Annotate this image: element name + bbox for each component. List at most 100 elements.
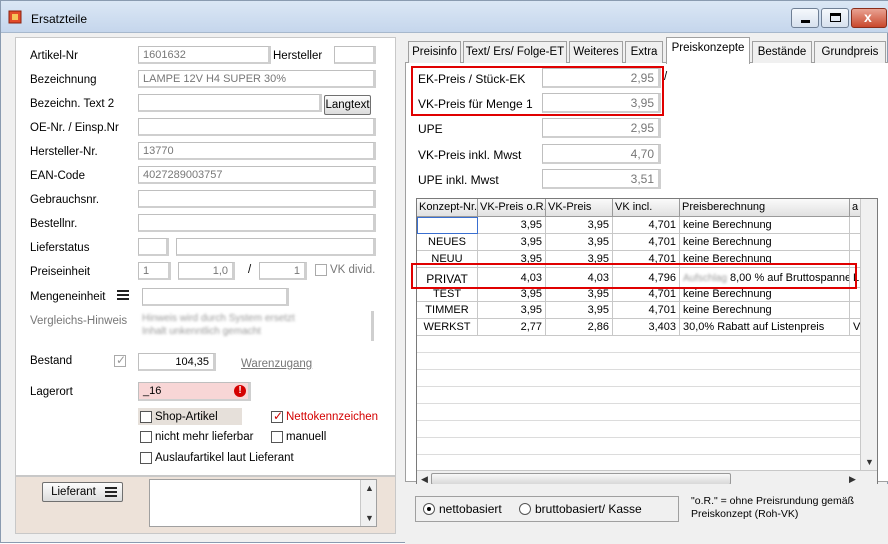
rounding-note-line-1: "o.R." = ohne Preisrundung gemäß bbox=[691, 495, 855, 507]
grid-cell-konzept[interactable]: NEUES bbox=[417, 234, 478, 251]
lieferstatus-code-field[interactable] bbox=[138, 238, 169, 256]
lieferant-scrollbar[interactable]: ▲ ▼ bbox=[360, 480, 376, 526]
grid-cell-vk[interactable]: 2,86 bbox=[546, 319, 613, 336]
tab-weiteres[interactable]: Weiteres bbox=[569, 41, 623, 63]
grid-cell-vk-or[interactable]: 3,95 bbox=[478, 217, 546, 234]
table-row[interactable]: NEUES 3,95 3,95 4,701 keine Berechnung bbox=[417, 234, 862, 251]
grid-cell-berechnung[interactable]: keine Berechnung bbox=[680, 302, 850, 319]
artikel-nr-field[interactable]: 1601632 bbox=[138, 46, 271, 64]
tab-bestaende[interactable]: Bestände bbox=[752, 41, 812, 63]
upe-label: UPE bbox=[418, 122, 443, 136]
preiseinheit-field-3[interactable]: 1 bbox=[259, 262, 307, 280]
col-header-preisberechnung[interactable]: Preisberechnung bbox=[680, 199, 850, 217]
scroll-down-icon[interactable]: ▼ bbox=[365, 513, 374, 523]
scroll-down-icon[interactable]: ▼ bbox=[865, 457, 874, 467]
tab-extra[interactable]: Extra bbox=[625, 41, 663, 63]
upe-field[interactable]: 2,95 bbox=[542, 118, 661, 138]
bezeichnung2-field[interactable] bbox=[138, 94, 322, 112]
bestellnr-label: Bestellnr. bbox=[30, 218, 78, 230]
oe-nr-field[interactable] bbox=[138, 118, 376, 136]
langtext-button[interactable]: Langtext bbox=[324, 95, 371, 115]
bezeichnung2-label: Bezeichn. Text 2 bbox=[30, 98, 115, 110]
maximize-icon bbox=[830, 13, 841, 22]
grid-cell-berechnung[interactable]: keine Berechnung bbox=[680, 217, 850, 234]
grid-cell-konzept[interactable]: WERKST bbox=[417, 319, 478, 336]
close-icon: x bbox=[864, 9, 872, 25]
grid-cell-konzept[interactable]: TEST bbox=[417, 288, 478, 302]
vk-divid-label: VK divid. bbox=[330, 264, 376, 276]
bestellnr-field[interactable] bbox=[138, 214, 376, 232]
lieferant-button-label: Lieferant bbox=[51, 486, 96, 498]
warenzugang-link[interactable]: Warenzugang bbox=[241, 358, 312, 370]
gebrauchsnr-field[interactable] bbox=[138, 190, 376, 208]
lieferant-textarea[interactable]: ▲ ▼ bbox=[149, 479, 377, 527]
col-header-konzept-nr[interactable]: Konzept-Nr. bbox=[417, 199, 478, 217]
table-row[interactable]: TEST 3,95 3,95 4,701 keine Berechnung bbox=[417, 288, 862, 302]
grid-cell-vk[interactable]: 3,95 bbox=[546, 302, 613, 319]
mengeneinheit-field[interactable] bbox=[142, 288, 289, 306]
grid-cell-berechnung[interactable]: keine Berechnung bbox=[680, 288, 850, 302]
grid-cell-vk-or[interactable]: 3,95 bbox=[478, 302, 546, 319]
preiseinheit-field-1[interactable]: 1 bbox=[138, 262, 171, 280]
grid-cell-vk[interactable]: 3,95 bbox=[546, 217, 613, 234]
table-row[interactable]: 3,95 3,95 4,701 keine Berechnung bbox=[417, 217, 862, 234]
tab-grundpreis[interactable]: Grundpreis bbox=[814, 41, 886, 63]
col-header-vk-preis[interactable]: VK-Preis bbox=[546, 199, 613, 217]
grid-cell-berechnung[interactable]: keine Berechnung bbox=[680, 234, 850, 251]
preiseinheit-field-2[interactable]: 1,0 bbox=[178, 262, 235, 280]
grid-cell-vk-or[interactable]: 3,95 bbox=[478, 234, 546, 251]
nicht-lieferbar-checkbox[interactable] bbox=[140, 431, 152, 443]
nettobasiert-radio[interactable] bbox=[423, 503, 435, 515]
grid-cell-konzept[interactable] bbox=[417, 217, 478, 234]
col-header-vk-incl[interactable]: VK incl. bbox=[613, 199, 680, 217]
tab-preiskonzepte[interactable]: Preiskonzepte bbox=[666, 37, 750, 64]
lagerort-label: Lagerort bbox=[30, 386, 73, 398]
table-row[interactable]: WERKST 2,77 2,86 3,403 30,0% Rabatt auf … bbox=[417, 319, 862, 336]
maximize-button[interactable] bbox=[821, 8, 849, 28]
grid-cell-vk-incl[interactable]: 3,403 bbox=[613, 319, 680, 336]
upe-mwst-field[interactable]: 3,51 bbox=[542, 169, 661, 189]
shop-artikel-checkbox[interactable] bbox=[140, 411, 152, 423]
vk-divid-checkbox[interactable] bbox=[315, 264, 327, 276]
grid-cell-vk-incl[interactable]: 4,701 bbox=[613, 234, 680, 251]
bezeichnung-field[interactable]: LAMPE 12V H4 SUPER 30% bbox=[138, 70, 376, 88]
scroll-up-icon[interactable]: ▲ bbox=[365, 483, 374, 493]
grid-cell-vk[interactable]: 3,95 bbox=[546, 234, 613, 251]
lieferstatus-label: Lieferstatus bbox=[30, 242, 90, 254]
grid-cell-vk-incl[interactable]: 4,701 bbox=[613, 288, 680, 302]
bestand-checkbox[interactable]: ✓ bbox=[114, 353, 126, 367]
vergleichs-hinweis-field[interactable]: Hinweis wird durch System ersetzt Inhalt… bbox=[138, 311, 374, 341]
mengeneinheit-label: Mengeneinheit bbox=[30, 291, 106, 303]
auslaufartikel-label: Auslaufartikel laut Lieferant bbox=[155, 452, 294, 464]
auslaufartikel-checkbox[interactable] bbox=[140, 452, 152, 464]
vk-preis-mwst-field[interactable]: 4,70 bbox=[542, 144, 661, 164]
manuell-checkbox[interactable] bbox=[271, 431, 283, 443]
grid-cell-vk[interactable]: 3,95 bbox=[546, 288, 613, 302]
grid-cell-vk-incl[interactable]: 4,701 bbox=[613, 217, 680, 234]
minimize-button[interactable] bbox=[791, 8, 819, 28]
hersteller-field[interactable] bbox=[334, 46, 376, 64]
close-button[interactable]: x bbox=[851, 8, 887, 28]
hersteller-nr-field[interactable]: 13770 bbox=[138, 142, 376, 160]
ersatzteile-window: Ersatzteile x Artikel-Nr 1601632 Herstel… bbox=[0, 0, 888, 544]
tab-preisinfo[interactable]: Preisinfo bbox=[408, 41, 461, 63]
lieferant-button[interactable]: Lieferant bbox=[42, 482, 123, 502]
grid-cell-vk-or[interactable]: 2,77 bbox=[478, 319, 546, 336]
tab-text-ers-folge-et[interactable]: Text/ Ers/ Folge-ET bbox=[463, 41, 567, 63]
ek-preis-slash: / bbox=[664, 71, 668, 83]
grid-cell-vk-or[interactable]: 3,95 bbox=[478, 288, 546, 302]
grid-vertical-scrollbar[interactable]: ▼ bbox=[860, 199, 877, 471]
nettokennzeichen-checkbox[interactable]: ✓ bbox=[271, 409, 283, 423]
table-row[interactable]: TIMMER 3,95 3,95 4,701 keine Berechnung bbox=[417, 302, 862, 319]
grid-cell-vk-incl[interactable]: 4,701 bbox=[613, 302, 680, 319]
rounding-note-line-2: Preiskonzept (Roh-VK) bbox=[691, 508, 799, 520]
grid-cell-berechnung[interactable]: 30,0% Rabatt auf Listenpreis bbox=[680, 319, 850, 336]
grid-cell-konzept[interactable]: TIMMER bbox=[417, 302, 478, 319]
list-icon[interactable] bbox=[116, 289, 130, 301]
bestand-field[interactable]: 104,35 bbox=[138, 353, 216, 371]
vergleichs-hinweis-line-1: Hinweis wird durch System ersetzt bbox=[142, 313, 295, 324]
col-header-vk-preis-or[interactable]: VK-Preis o.R. bbox=[478, 199, 546, 217]
bruttobasiert-radio[interactable] bbox=[519, 503, 531, 515]
lieferstatus-text-field[interactable] bbox=[176, 238, 376, 256]
ean-field[interactable]: 4027289003757 bbox=[138, 166, 376, 184]
